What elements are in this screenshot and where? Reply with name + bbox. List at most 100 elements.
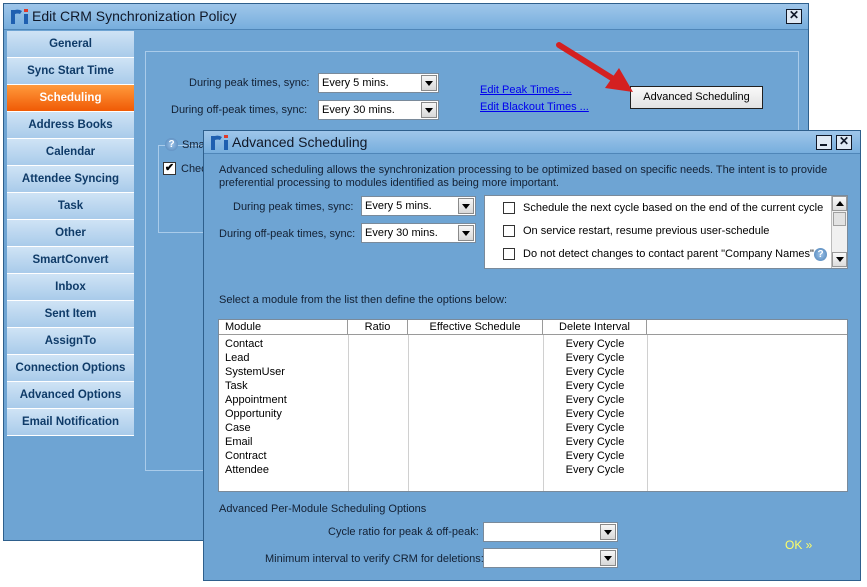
nav-item-advanced-options[interactable]: Advanced Options [7,382,134,409]
cell-module: Appointment [225,394,287,406]
table-row[interactable]: Attendee Every Cycle [219,463,847,477]
cell-delete-interval: Every Cycle [565,464,625,476]
table-row[interactable]: Email Every Cycle [219,435,847,449]
nav-item-smartconvert[interactable]: SmartConvert [7,247,134,274]
table-row[interactable]: Task Every Cycle [219,379,847,393]
policy-titlebar: Edit CRM Synchronization Policy ✕ [4,4,808,30]
scheduling-options-list: Schedule the next cycle based on the end… [484,195,848,269]
dialog-close-button[interactable]: ✕ [836,135,852,150]
cell-delete-interval: Every Cycle [565,380,625,392]
dialog-offpeak-sync-value: Every 30 mins. [365,227,438,239]
red-arrow-icon [556,42,633,92]
edit-blackout-times-link[interactable]: Edit Blackout Times ... [480,101,589,113]
nav-item-calendar[interactable]: Calendar [7,139,134,166]
nav-item-address-books[interactable]: Address Books [7,112,134,139]
dialog-description: Advanced scheduling allows the synchroni… [219,164,828,189]
table-row[interactable]: Contract Every Cycle [219,449,847,463]
option-label: Do not detect changes to contact parent … [523,248,814,260]
dialog-peak-label: During peak times, sync: [233,201,354,213]
cell-module: SystemUser [225,366,285,378]
smart-group-label: Sma [182,139,205,151]
scroll-up-icon[interactable] [832,196,847,211]
cell-delete-interval: Every Cycle [565,436,625,448]
nav-item-connection-options[interactable]: Connection Options [7,355,134,382]
cell-delete-interval: Every Cycle [565,422,625,434]
table-row[interactable]: Case Every Cycle [219,421,847,435]
nav-item-email-notification[interactable]: Email Notification [7,409,134,436]
nav-item-scheduling[interactable]: Scheduling [7,85,134,112]
header-ratio[interactable]: Ratio [348,320,408,335]
min-interval-select[interactable] [483,548,618,568]
nav-item-attendee-syncing[interactable]: Attendee Syncing [7,166,134,193]
option-checkbox[interactable] [503,225,515,237]
nav-item-assignto[interactable]: AssignTo [7,328,134,355]
offpeak-sync-select[interactable]: Every 30 mins. [318,100,439,120]
policy-window-title: Edit CRM Synchronization Policy [32,8,237,24]
table-row[interactable]: SystemUser Every Cycle [219,365,847,379]
dialog-titlebar: Advanced Scheduling ✕ [204,131,860,154]
cell-delete-interval: Every Cycle [565,408,625,420]
nav-item-sync-start-time[interactable]: Sync Start Time [7,58,134,85]
cell-module: Contact [225,338,263,350]
advanced-scheduling-button[interactable]: Advanced Scheduling [630,86,763,109]
check-checkbox[interactable]: ✔ [163,162,176,175]
dialog-peak-sync-value: Every 5 mins. [365,200,432,212]
table-row[interactable]: Opportunity Every Cycle [219,407,847,421]
help-icon[interactable]: ? [814,248,827,261]
header-module[interactable]: Module [219,320,348,335]
peak-sync-value: Every 5 mins. [322,77,389,89]
chevron-down-icon[interactable] [421,75,437,91]
option-label: Schedule the next cycle based on the end… [523,202,824,214]
chevron-down-icon[interactable] [458,225,474,241]
module-table-header: Module Ratio Effective Schedule Delete I… [219,320,847,335]
chevron-down-icon[interactable] [421,102,437,118]
policy-close-button[interactable]: ✕ [786,9,802,24]
cell-delete-interval: Every Cycle [565,366,625,378]
per-module-heading: Advanced Per-Module Scheduling Options [219,503,427,515]
option-label: On service restart, resume previous user… [523,225,770,237]
policy-nav: General Sync Start Time Scheduling Address … [7,31,134,436]
nav-item-task[interactable]: Task [7,193,134,220]
min-interval-label: Minimum interval to verify CRM for delet… [265,553,484,565]
table-row[interactable]: Contact Every Cycle [219,337,847,351]
minimize-button[interactable] [816,135,832,150]
cell-module: Task [225,380,248,392]
dialog-offpeak-sync-select[interactable]: Every 30 mins. [361,223,476,243]
peak-sync-select[interactable]: Every 5 mins. [318,73,439,93]
peak-label: During peak times, sync: [189,77,310,89]
options-scrollbar[interactable] [831,196,847,268]
module-prompt: Select a module from the list then defin… [219,294,508,306]
chevron-down-icon[interactable] [458,198,474,214]
cell-delete-interval: Every Cycle [565,338,625,350]
cell-module: Case [225,422,251,434]
offpeak-sync-value: Every 30 mins. [322,104,395,116]
cell-module: Opportunity [225,408,282,420]
offpeak-label: During off-peak times, sync: [171,104,308,116]
cell-module: Email [225,436,253,448]
dialog-offpeak-label: During off-peak times, sync: [219,228,356,240]
dialog-peak-sync-select[interactable]: Every 5 mins. [361,196,476,216]
table-row[interactable]: Appointment Every Cycle [219,393,847,407]
cell-module: Lead [225,352,250,364]
cell-delete-interval: Every Cycle [565,352,625,364]
option-checkbox[interactable] [503,202,515,214]
app-logo-icon [11,9,28,24]
option-checkbox[interactable] [503,248,515,260]
app-logo-icon [211,135,228,150]
cell-module: Contract [225,450,267,462]
scroll-down-icon[interactable] [832,252,847,267]
nav-item-general[interactable]: General [7,31,134,58]
header-delete-interval[interactable]: Delete Interval [543,320,647,335]
module-table: Module Ratio Effective Schedule Delete I… [218,319,848,492]
chevron-down-icon[interactable] [600,550,616,566]
scroll-thumb[interactable] [833,212,846,226]
chevron-down-icon[interactable] [600,524,616,540]
nav-item-inbox[interactable]: Inbox [7,274,134,301]
table-row[interactable]: Lead Every Cycle [219,351,847,365]
ok-button[interactable]: OK » [785,538,812,552]
help-icon[interactable]: ? [165,138,178,151]
cycle-ratio-select[interactable] [483,522,618,542]
nav-item-sent-item[interactable]: Sent Item [7,301,134,328]
nav-item-other[interactable]: Other [7,220,134,247]
header-effective-schedule[interactable]: Effective Schedule [408,320,543,335]
